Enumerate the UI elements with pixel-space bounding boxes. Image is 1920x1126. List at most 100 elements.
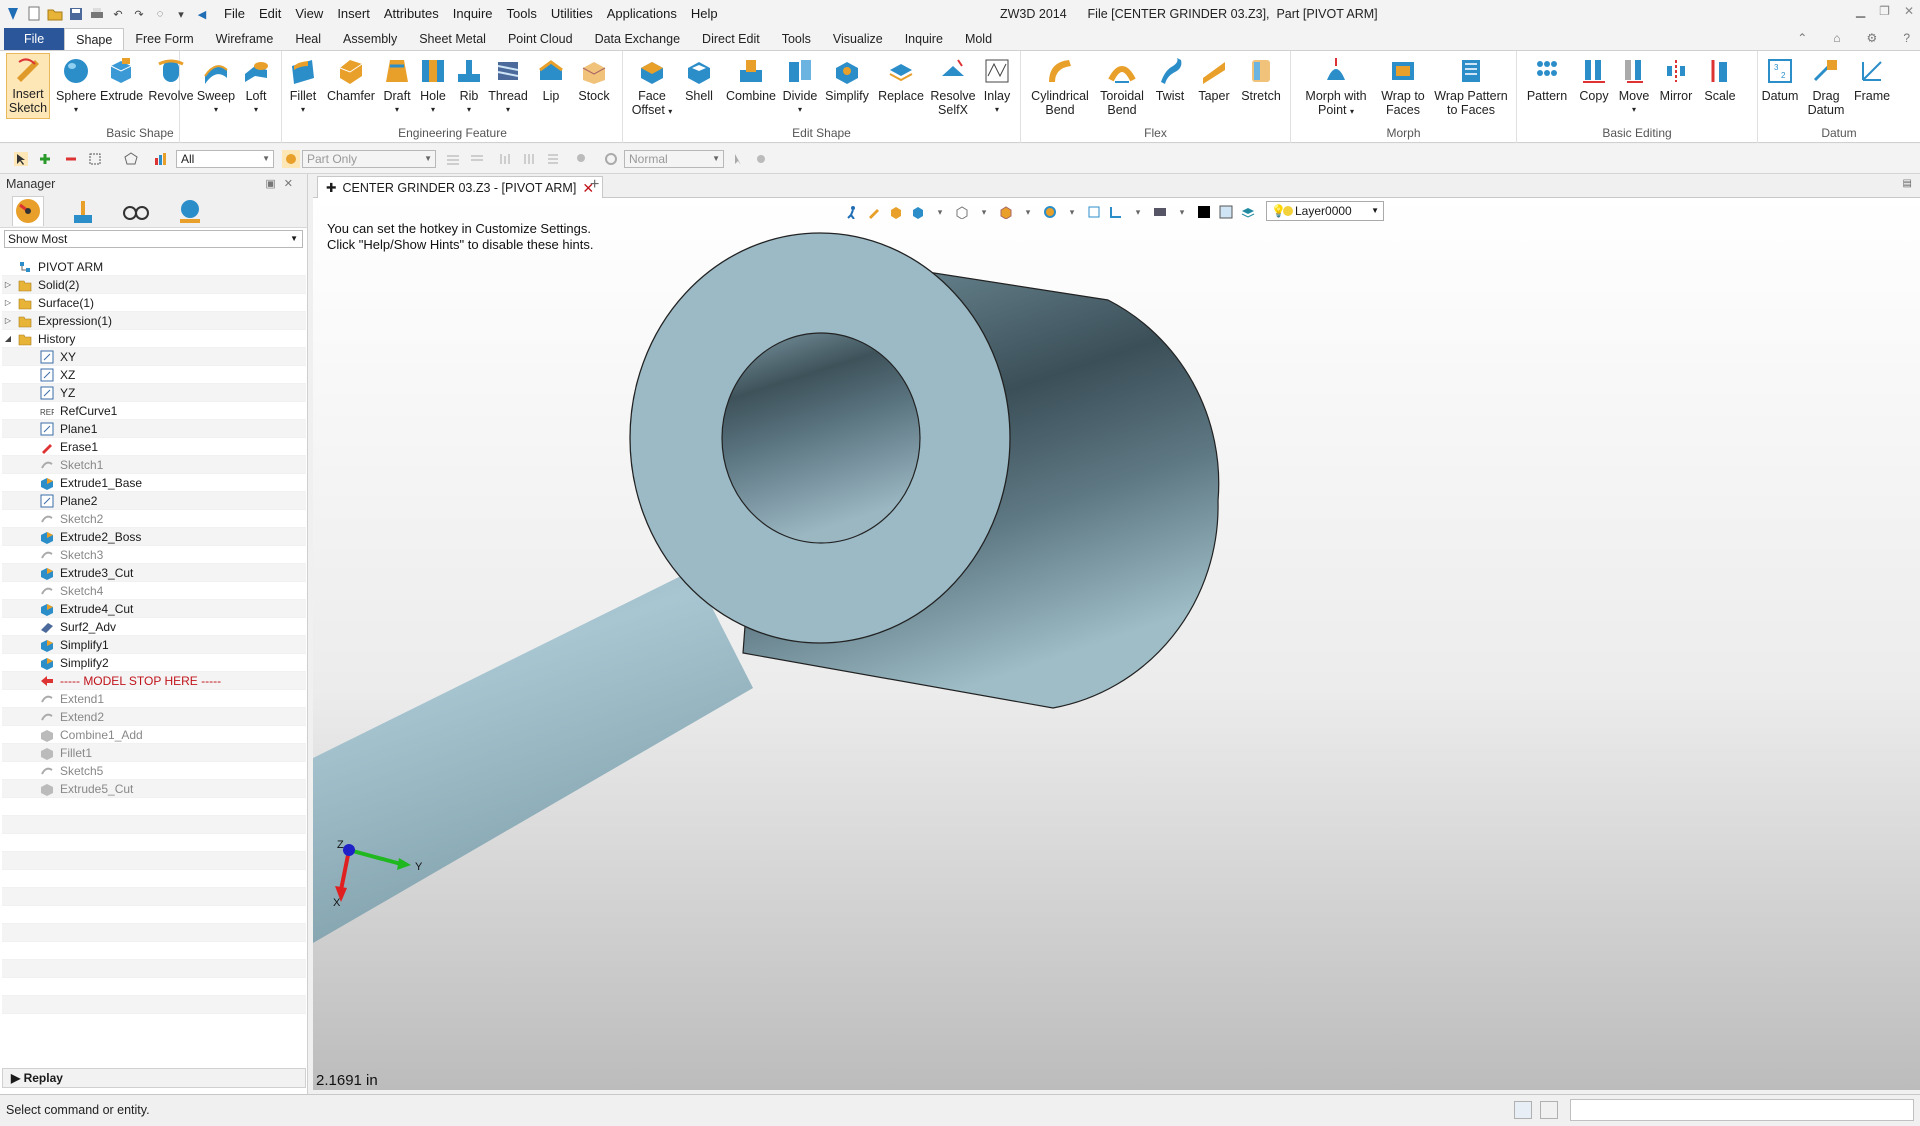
tab-sheet-metal[interactable]: Sheet Metal xyxy=(408,28,497,50)
help-icon[interactable]: ? xyxy=(1903,31,1910,45)
combine-button[interactable]: Combine xyxy=(724,56,778,103)
restore-icon[interactable]: ❐ xyxy=(1879,4,1890,18)
chamfer-button[interactable]: Chamfer xyxy=(326,56,376,103)
loft-button[interactable]: Loft ▾ xyxy=(238,56,274,117)
tab-wireframe[interactable]: Wireframe xyxy=(205,28,285,50)
history-item[interactable]: XZ xyxy=(2,366,306,384)
expand-icon[interactable]: ▷ xyxy=(2,312,14,330)
menu-file[interactable]: File xyxy=(217,0,252,28)
morph-with-point-button[interactable]: Morph with Point ▾ xyxy=(1300,56,1372,119)
draft-button[interactable]: Draft ▾ xyxy=(380,56,414,117)
tab-shape[interactable]: Shape xyxy=(64,28,125,50)
divide-dropdown-icon[interactable]: ▾ xyxy=(782,103,818,117)
history-item[interactable]: Extrude2_Boss xyxy=(2,528,306,546)
tab-assembly-manager[interactable] xyxy=(66,196,98,226)
revolve-button[interactable]: Revolve xyxy=(148,56,194,103)
tab-file[interactable]: File xyxy=(4,28,65,50)
tab-assembly[interactable]: Assembly xyxy=(332,28,408,50)
sphere-dropdown-icon[interactable]: ▾ xyxy=(56,103,96,117)
chevron-down-icon[interactable]: ▾ xyxy=(1173,203,1191,221)
stock-button[interactable]: Stock xyxy=(576,56,612,103)
arrange-icon[interactable] xyxy=(546,152,560,166)
pivot-arm-model[interactable] xyxy=(313,232,1220,943)
copy-button[interactable]: Copy xyxy=(1576,56,1612,103)
wrap-pattern-to-faces-button[interactable]: Wrap Pattern to Faces xyxy=(1432,56,1510,117)
draft-dropdown-icon[interactable]: ▾ xyxy=(380,103,414,117)
history-item[interactable]: Extrude1_Base xyxy=(2,474,306,492)
sweep-button[interactable]: Sweep ▾ xyxy=(196,56,236,117)
insert-sketch-button[interactable]: Insert Sketch xyxy=(6,53,50,119)
open-file-icon[interactable] xyxy=(46,5,64,23)
toroidal-bend-button[interactable]: Toroidal Bend xyxy=(1096,56,1148,117)
history-item[interactable]: Extend1 xyxy=(2,690,306,708)
entity-filter-select[interactable]: All ▼ xyxy=(176,150,274,168)
render-mode-icon[interactable] xyxy=(997,203,1015,221)
inlay-button[interactable]: Inlay ▾ xyxy=(980,56,1014,117)
tab-direct-edit[interactable]: Direct Edit xyxy=(691,28,771,50)
history-item[interactable]: Plane1 xyxy=(2,420,306,438)
tree-folder[interactable]: ▷ Expression(1) xyxy=(2,312,306,330)
history-item[interactable]: REF RefCurve1 xyxy=(2,402,306,420)
collapse-icon[interactable]: ◢ xyxy=(2,330,14,348)
close-icon[interactable]: ✕ xyxy=(1904,4,1914,18)
taper-button[interactable]: Taper xyxy=(1194,56,1234,103)
tab-visual-manager[interactable] xyxy=(174,196,206,226)
inlay-dropdown-icon[interactable]: ▾ xyxy=(980,103,1014,117)
thread-dropdown-icon[interactable]: ▾ xyxy=(488,103,528,117)
zoom-icon[interactable] xyxy=(1041,203,1059,221)
document-tab[interactable]: ✚ CENTER GRINDER 03.Z3 - [PIVOT ARM] ✕ xyxy=(317,176,604,198)
drag-datum-button[interactable]: Drag Datum xyxy=(1804,56,1848,117)
black-color-icon[interactable] xyxy=(1195,203,1213,221)
history-item[interactable]: Sketch5 xyxy=(2,762,306,780)
rib-button[interactable]: Rib ▾ xyxy=(454,56,484,117)
lip-button[interactable]: Lip xyxy=(536,56,566,103)
tree-root[interactable]: PIVOT ARM xyxy=(2,258,306,276)
stretch-button[interactable]: Stretch xyxy=(1238,56,1284,103)
shaded-cube-icon[interactable] xyxy=(887,203,905,221)
home-icon[interactable]: ⌂ xyxy=(1833,31,1840,45)
tab-mold[interactable]: Mold xyxy=(954,28,1003,50)
filter-icon[interactable] xyxy=(154,152,168,166)
menu-inquire[interactable]: Inquire xyxy=(446,0,500,28)
loft-dropdown-icon[interactable]: ▾ xyxy=(238,103,274,117)
history-item[interactable]: Sketch3 xyxy=(2,546,306,564)
chevron-down-icon[interactable]: ▾ xyxy=(931,203,949,221)
resolve-selfx-button[interactable]: Resolve SelfX xyxy=(930,56,976,117)
minimize-icon[interactable]: ▁ xyxy=(1856,4,1865,18)
chevron-down-icon[interactable]: ▾ xyxy=(975,203,993,221)
rib-dropdown-icon[interactable]: ▾ xyxy=(454,103,484,117)
frame-button[interactable]: Frame xyxy=(1852,56,1892,103)
align-icon[interactable] xyxy=(498,152,512,166)
box-select-icon[interactable] xyxy=(88,152,102,166)
snap-icon[interactable] xyxy=(470,152,484,166)
history-item[interactable]: Extrude3_Cut xyxy=(2,564,306,582)
menu-utilities[interactable]: Utilities xyxy=(544,0,600,28)
wrap-to-faces-button[interactable]: Wrap to Faces xyxy=(1378,56,1428,117)
divide-button[interactable]: Divide ▾ xyxy=(782,56,818,117)
tree-folder[interactable]: ▷ Surface(1) xyxy=(2,294,306,312)
simplify-button[interactable]: Simplify xyxy=(823,56,871,103)
morph-dropdown-icon[interactable]: ▾ xyxy=(1350,107,1354,116)
history-item[interactable]: Sketch1 xyxy=(2,456,306,474)
layer-stack-icon[interactable] xyxy=(1239,203,1257,221)
menu-view[interactable]: View xyxy=(288,0,330,28)
history-item[interactable]: Simplify2 xyxy=(2,654,306,672)
shell-button[interactable]: Shell xyxy=(682,56,716,103)
history-item[interactable]: YZ xyxy=(2,384,306,402)
new-file-icon[interactable] xyxy=(25,5,43,23)
mirror-button[interactable]: Mirror xyxy=(1656,56,1696,103)
lasso-icon[interactable] xyxy=(124,152,138,166)
hole-button[interactable]: Hole ▾ xyxy=(416,56,450,117)
tab-tools[interactable]: Tools xyxy=(771,28,822,50)
print-icon[interactable] xyxy=(88,5,106,23)
undo-icon[interactable]: ↶ xyxy=(109,5,127,23)
history-item[interactable]: Erase1 xyxy=(2,438,306,456)
fillet-dropdown-icon[interactable]: ▾ xyxy=(285,103,321,117)
tab-menu-icon[interactable]: ▤ xyxy=(1903,178,1912,189)
history-item[interactable]: XY xyxy=(2,348,306,366)
menu-edit[interactable]: Edit xyxy=(252,0,288,28)
history-item[interactable]: Sketch2 xyxy=(2,510,306,528)
redo-icon[interactable]: ↷ xyxy=(130,5,148,23)
tab-history-manager[interactable] xyxy=(12,195,44,226)
tab-point-cloud[interactable]: Point Cloud xyxy=(497,28,584,50)
